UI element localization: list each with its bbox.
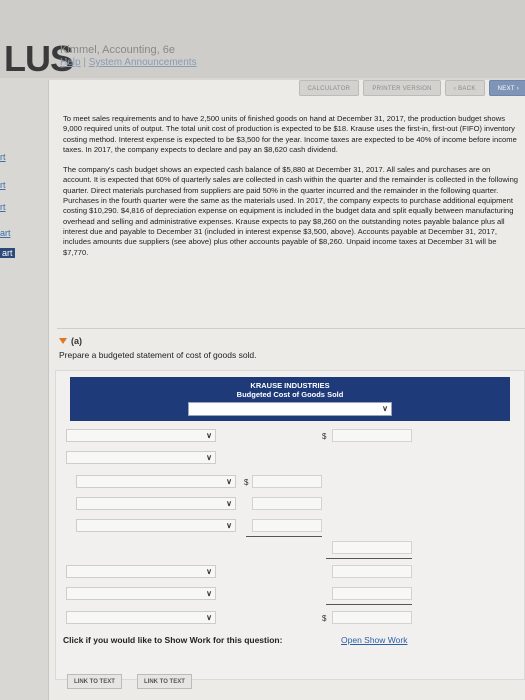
rail-link[interactable]: art <box>0 228 11 238</box>
system-announcements-link[interactable]: System Announcements <box>89 57 197 68</box>
question-panel: CALCULATOR PRINTER VERSION ‹ BACK NEXT ›… <box>48 80 525 700</box>
line-item-select[interactable]: ∨ <box>66 565 216 578</box>
chevron-down-icon: ∨ <box>382 404 388 413</box>
chevron-down-icon: ∨ <box>226 521 232 530</box>
divider <box>57 328 525 329</box>
chevron-down-icon: ∨ <box>206 431 212 440</box>
toolbar: CALCULATOR PRINTER VERSION ‹ BACK NEXT › <box>298 80 525 98</box>
amount-input[interactable] <box>252 475 322 488</box>
chevron-down-icon: ∨ <box>206 589 212 598</box>
company-name: KRAUSE INDUSTRIES <box>250 381 330 390</box>
calculator-button[interactable]: CALCULATOR <box>298 80 360 96</box>
chevron-down-icon: ∨ <box>206 613 212 622</box>
chevron-down-icon: ∨ <box>206 453 212 462</box>
part-a-toggle[interactable]: (a) <box>59 336 82 346</box>
amount-input[interactable] <box>332 429 412 442</box>
subtotal-underline <box>246 536 322 537</box>
statement-worksheet: KRAUSE INDUSTRIES Budgeted Cost of Goods… <box>55 370 525 680</box>
back-button[interactable]: ‹ BACK <box>444 80 485 96</box>
period-select[interactable]: ∨ <box>188 402 392 416</box>
open-show-work-link[interactable]: Open Show Work <box>341 635 407 645</box>
expand-caret-icon <box>59 338 67 344</box>
dollar-sign: $ <box>322 432 327 441</box>
rail-link[interactable]: rt <box>0 202 6 212</box>
dollar-sign: $ <box>244 478 249 487</box>
line-item-select[interactable]: ∨ <box>66 587 216 600</box>
statement-title: Budgeted Cost of Goods Sold <box>236 390 344 399</box>
amount-input[interactable] <box>252 497 322 510</box>
rail-link[interactable]: rt <box>0 152 6 162</box>
amount-input[interactable] <box>332 587 412 600</box>
header-links: Help | System Announcements <box>60 57 197 68</box>
help-link[interactable]: Help <box>60 57 81 68</box>
subtotal-underline <box>326 558 412 559</box>
line-item-select[interactable]: ∨ <box>76 519 236 532</box>
statement-header: KRAUSE INDUSTRIES Budgeted Cost of Goods… <box>70 377 510 421</box>
amount-input[interactable] <box>332 541 412 554</box>
course-header: LUS Kimmel, Accounting, 6e Help | System… <box>0 0 525 79</box>
problem-paragraph: To meet sales requirements and to have 2… <box>63 114 517 154</box>
line-item-select[interactable]: ∨ <box>66 429 216 442</box>
amount-input[interactable] <box>252 519 322 532</box>
rail-link-active[interactable]: art <box>0 248 15 258</box>
show-work-prompt: Click if you would like to Show Work for… <box>63 635 283 645</box>
printer-version-button[interactable]: PRINTER VERSION <box>363 80 441 96</box>
link-to-text-button[interactable]: LINK TO TEXT <box>137 674 192 689</box>
chevron-down-icon: ∨ <box>226 477 232 486</box>
link-to-text-button[interactable]: LINK TO TEXT <box>67 674 122 689</box>
problem-text: To meet sales requirements and to have 2… <box>63 114 519 268</box>
part-label: (a) <box>71 336 82 346</box>
line-item-select[interactable]: ∨ <box>66 611 216 624</box>
part-instruction: Prepare a budgeted statement of cost of … <box>59 350 257 360</box>
amount-input[interactable] <box>332 565 412 578</box>
amount-input[interactable] <box>332 611 412 624</box>
line-item-select[interactable]: ∨ <box>76 497 236 510</box>
problem-paragraph: The company's cash budget shows an expec… <box>63 165 519 257</box>
chevron-down-icon: ∨ <box>226 499 232 508</box>
chevron-down-icon: ∨ <box>206 567 212 576</box>
rail-link[interactable]: rt <box>0 180 6 190</box>
course-title: Kimmel, Accounting, 6e <box>60 44 175 56</box>
next-button[interactable]: NEXT › <box>488 80 525 96</box>
subtotal-underline <box>326 604 412 605</box>
line-item-select[interactable]: ∨ <box>66 451 216 464</box>
dollar-sign: $ <box>322 614 327 623</box>
line-item-select[interactable]: ∨ <box>76 475 236 488</box>
